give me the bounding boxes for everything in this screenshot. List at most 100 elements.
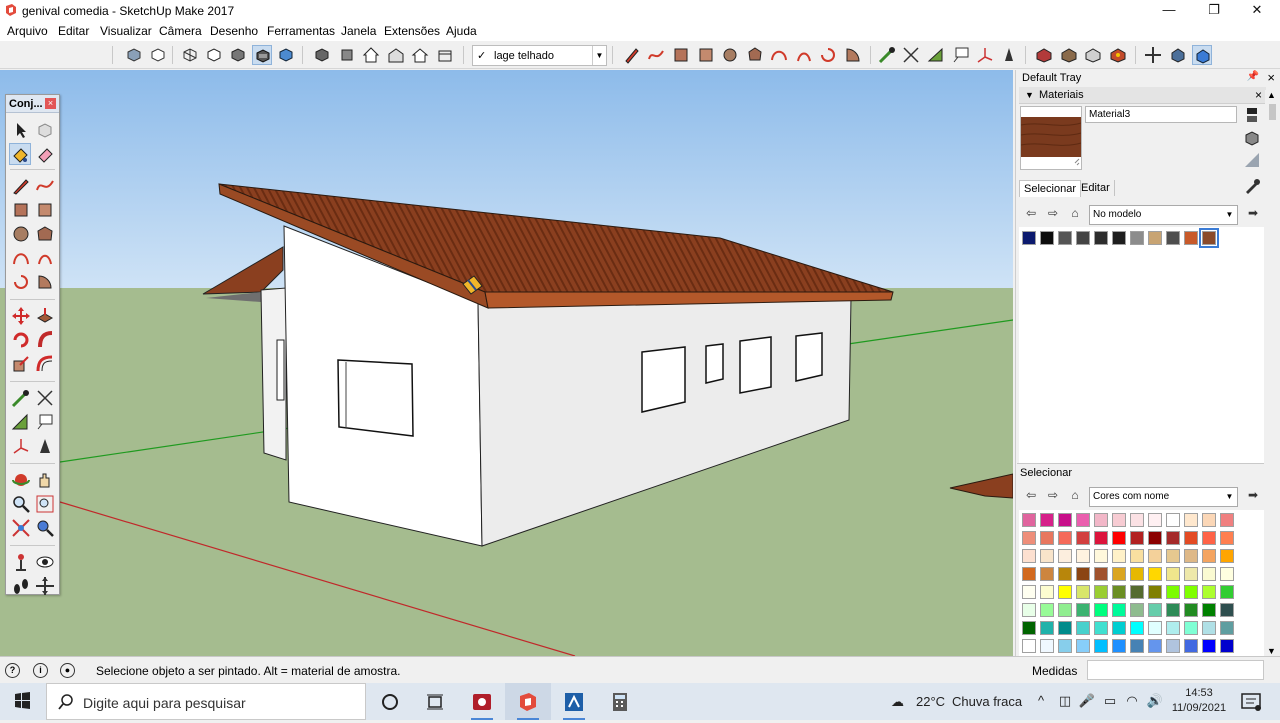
color-swatch[interactable] [1058, 567, 1072, 581]
material-swatch[interactable] [1166, 231, 1180, 245]
pie-tool-icon[interactable] [34, 271, 56, 293]
tray-scrollbar[interactable]: ▲ ▼ [1265, 90, 1280, 656]
two-point-arc-tool-icon[interactable] [34, 247, 56, 269]
scroll-up-icon[interactable]: ▲ [1267, 90, 1276, 100]
menu-editar[interactable]: Editar [58, 24, 89, 38]
color-swatch[interactable] [1166, 621, 1180, 635]
chevron-down-icon[interactable]: ▼ [1223, 207, 1236, 223]
color-swatch[interactable] [1148, 567, 1162, 581]
color-swatch[interactable] [1022, 513, 1036, 527]
monochrome-style-icon[interactable] [276, 45, 296, 65]
color-swatch[interactable] [1184, 639, 1198, 653]
editor-app-icon[interactable] [551, 683, 597, 720]
shaded-textures-style-icon[interactable] [252, 45, 272, 65]
axes-tool-icon[interactable] [975, 45, 995, 65]
3d-text-tool-icon[interactable] [34, 435, 56, 457]
color-swatch[interactable] [1094, 639, 1108, 653]
move-tool-icon[interactable] [10, 305, 32, 327]
circle-tool-icon[interactable] [10, 223, 32, 245]
home-icon[interactable]: ⌂ [1067, 205, 1083, 221]
chevron-down-icon[interactable]: ▼ [592, 46, 606, 65]
pencil-line-tool-icon[interactable] [622, 45, 642, 65]
color-swatch[interactable] [1130, 513, 1144, 527]
left-view-icon[interactable] [435, 45, 455, 65]
color-swatch[interactable] [1094, 603, 1108, 617]
protractor-tool-icon[interactable] [926, 45, 946, 65]
color-swatch[interactable] [1040, 549, 1054, 563]
menu-ajuda[interactable]: Ajuda [446, 24, 477, 38]
maximize-button[interactable]: ❐ [1191, 0, 1237, 21]
extension-warehouse-icon[interactable] [1108, 45, 1128, 65]
scroll-down-icon[interactable]: ▼ [1267, 646, 1276, 656]
menu-janela[interactable]: Janela [341, 24, 376, 38]
color-swatch[interactable] [1112, 549, 1126, 563]
color-swatch[interactable] [1148, 549, 1162, 563]
color-swatch[interactable] [1022, 585, 1036, 599]
color-swatch[interactable] [1112, 621, 1126, 635]
chevron-down-icon[interactable]: ▼ [1223, 489, 1236, 505]
3d-viewport[interactable] [0, 70, 1013, 656]
close-icon[interactable]: × [1267, 70, 1275, 85]
back-arrow-icon[interactable]: ⇦ [1023, 487, 1039, 503]
color-swatch[interactable] [1148, 639, 1162, 653]
display-secondary-icon[interactable] [1243, 106, 1261, 124]
material-name-field[interactable]: Material3 [1085, 106, 1237, 123]
color-swatch[interactable] [1166, 639, 1180, 653]
color-swatch[interactable] [1022, 603, 1036, 617]
color-swatch[interactable] [1040, 531, 1054, 545]
color-swatch[interactable] [1058, 603, 1072, 617]
wifi-icon[interactable]: ◠ [1123, 693, 1141, 711]
color-swatch[interactable] [1166, 585, 1180, 599]
share-component-icon[interactable] [1083, 45, 1103, 65]
color-swatch[interactable] [1112, 639, 1126, 653]
color-swatch[interactable] [1184, 621, 1198, 635]
back-edges-style-icon[interactable] [148, 45, 168, 65]
color-swatch[interactable] [1112, 531, 1126, 545]
recorder-app-icon[interactable] [459, 683, 505, 720]
shaded-style-icon[interactable] [228, 45, 248, 65]
taskbar-search[interactable]: Digite aqui para pesquisar [46, 683, 366, 720]
color-swatch[interactable] [1076, 621, 1090, 635]
freehand-tool-icon[interactable] [34, 175, 56, 197]
volume-icon[interactable]: 🔊 [1146, 693, 1164, 711]
color-swatch[interactable] [1202, 549, 1216, 563]
collapse-triangle-icon[interactable]: ▼ [1025, 90, 1034, 100]
freehand-tool-icon[interactable] [646, 45, 666, 65]
color-swatch[interactable] [1022, 531, 1036, 545]
color-swatch[interactable] [1058, 621, 1072, 635]
hidden-line-style-icon[interactable] [204, 45, 224, 65]
rotate-tool-icon[interactable] [10, 329, 32, 351]
three-point-arc-tool-icon[interactable] [818, 45, 838, 65]
default-material-icon[interactable] [1243, 151, 1261, 169]
details-arrow-icon[interactable]: ➡ [1245, 205, 1261, 221]
weather-temperature[interactable]: 22°C [916, 694, 945, 709]
look-around-icon[interactable] [34, 551, 56, 573]
color-swatch[interactable] [1202, 567, 1216, 581]
color-swatch[interactable] [1040, 585, 1054, 599]
material-swatch[interactable] [1058, 231, 1072, 245]
color-swatch[interactable] [1220, 603, 1234, 617]
color-swatch[interactable] [1220, 567, 1234, 581]
meet-now-icon[interactable]: ◫ [1056, 693, 1074, 711]
color-swatch[interactable] [1094, 513, 1108, 527]
color-swatch[interactable] [1220, 639, 1234, 653]
taskbar-clock[interactable]: 14:53 11/09/2021 [1170, 686, 1228, 716]
previous-view-icon[interactable] [34, 517, 56, 539]
back-view-icon[interactable] [410, 45, 430, 65]
calculator-icon[interactable] [597, 683, 643, 720]
menu-visualizar[interactable]: Visualizar [100, 24, 152, 38]
color-swatch[interactable] [1166, 531, 1180, 545]
right-view-icon[interactable] [386, 45, 406, 65]
color-swatch[interactable] [1130, 567, 1144, 581]
color-swatch[interactable] [1112, 513, 1126, 527]
color-swatch[interactable] [1220, 531, 1234, 545]
color-swatch[interactable] [1094, 585, 1108, 599]
color-swatch[interactable] [1130, 621, 1144, 635]
home-icon[interactable]: ⌂ [1067, 487, 1083, 503]
position-camera-icon[interactable] [1143, 45, 1163, 65]
color-swatch[interactable] [1058, 513, 1072, 527]
menu-ferramentas[interactable]: Ferramentas [267, 24, 335, 38]
minimize-button[interactable]: — [1146, 0, 1192, 21]
menu-camera[interactable]: Câmera [159, 24, 202, 38]
color-swatch[interactable] [1184, 567, 1198, 581]
